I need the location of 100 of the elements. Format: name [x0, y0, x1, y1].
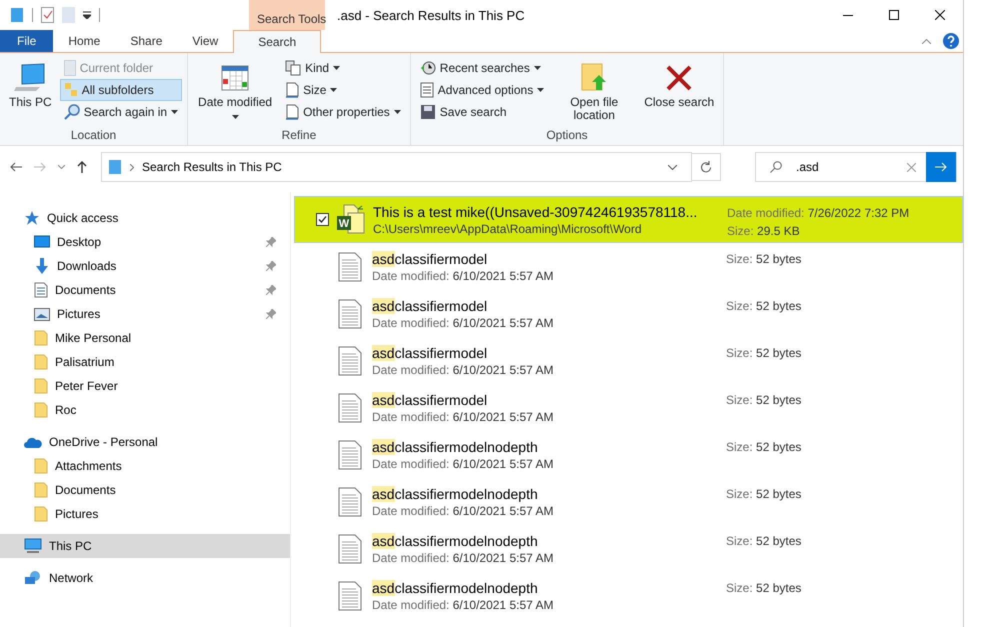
file-name: asdclassifiermodelnodepth	[372, 580, 539, 596]
cloud-icon	[24, 436, 42, 448]
ribbon-tab[interactable]: Share	[115, 30, 178, 52]
nav-item[interactable]: Roc	[0, 398, 290, 422]
search-result-row[interactable]: asdclassifiermodelnodepth Date modified: 6/10/2021 5:57 AM Size: 52 bytes	[294, 431, 963, 478]
file-name: asdclassifiermodel	[372, 392, 488, 408]
file-name: asdclassifiermodelnodepth	[372, 439, 539, 455]
file-detail: Size: 52 bytes	[726, 581, 802, 595]
clear-icon[interactable]	[907, 162, 916, 172]
text-file-icon	[338, 487, 362, 517]
nav-item[interactable]: Peter Fever	[0, 374, 290, 398]
search-result-row[interactable]: asdclassifiermodelnodepth Date modified: 6/10/2021 5:57 AM Size: 52 bytes	[294, 478, 963, 525]
ribbon-button[interactable]: Size	[281, 79, 405, 101]
file-detail: Date modified: 6/10/2021 5:57 AM	[372, 551, 554, 565]
text-file-icon	[338, 346, 362, 376]
file-detail: Date modified: 6/10/2021 5:57 AM	[372, 316, 554, 330]
file-name: asdclassifiermodel	[372, 345, 488, 361]
search-box[interactable]: .asd	[755, 152, 957, 182]
checklist-icon[interactable]	[41, 7, 54, 23]
search-go-button[interactable]	[926, 152, 956, 182]
up-arrow-icon[interactable]	[77, 161, 87, 173]
chevron-down-icon[interactable]	[58, 165, 65, 169]
close-icon	[935, 10, 945, 20]
nav-item[interactable]: Attachments	[0, 454, 290, 478]
text-file-icon	[338, 393, 362, 423]
help-icon[interactable]	[943, 33, 959, 49]
down-arrow-icon	[34, 258, 50, 274]
search-result-row[interactable]: asdclassifiermodel Date modified: 6/10/2021 5:57 AM Size: 52 bytes	[294, 290, 963, 337]
nav-item[interactable]: Mike Personal	[0, 326, 290, 350]
address-bar[interactable]: Search Results in This PC	[101, 152, 692, 182]
text-file-icon	[338, 581, 362, 611]
dropdown-icon[interactable]	[83, 11, 91, 19]
file-name: This is a test mike((Unsaved-30974246193578118...	[373, 204, 698, 220]
nav-item[interactable]: Pictures	[0, 502, 290, 526]
file-detail: Size: 52 bytes	[726, 252, 802, 266]
search-result-row[interactable]: asdclassifiermodel Date modified: 6/10/2021 5:57 AM Size: 52 bytes	[294, 384, 963, 431]
search-result-row[interactable]: asdclassifiermodel Date modified: 6/10/2021 5:57 AM Size: 52 bytes	[294, 337, 963, 384]
ribbon-tab[interactable]: View	[177, 30, 234, 52]
nav-item[interactable]: Documents	[0, 278, 290, 302]
nav-item[interactable]: Palisatrium	[0, 350, 290, 374]
refresh-button[interactable]	[691, 153, 721, 181]
file-detail: Size: 29.5 KB	[727, 224, 801, 238]
search-result-row[interactable]: W This is a test mike((Unsaved-30974246193578118... C:\Users\mreev\AppData\Roaming\Microsoft\Word Date modified: 7/26/2022 7:32 PM Size: 29.5 KB	[294, 196, 963, 243]
nav-item[interactable]: This PC	[0, 534, 290, 558]
nav-item[interactable]: Network	[0, 566, 290, 590]
chevron-up-icon[interactable]	[922, 38, 931, 44]
context-tab-label: Search Tools	[249, 0, 325, 30]
ribbon-button[interactable]: Save search	[416, 101, 548, 123]
file-detail: Size: 52 bytes	[726, 346, 802, 360]
search-result-row[interactable]: asdclassifiermodelnodepth Date modified: 6/10/2021 5:57 AM Size: 52 bytes	[294, 572, 963, 619]
ribbon-button[interactable]: All subfolders	[60, 79, 182, 101]
search-result-row[interactable]: asdclassifiermodel Date modified: 6/10/2021 5:57 AM Size: 52 bytes	[294, 243, 963, 290]
ribbon-button[interactable]: Search again in	[60, 101, 182, 123]
file-detail: Size: 52 bytes	[726, 487, 802, 501]
nav-item[interactable]: OneDrive - Personal	[0, 430, 290, 454]
close-search-icon	[666, 65, 692, 91]
ribbon-button[interactable]: Recent searches	[416, 57, 548, 79]
calendar-icon	[221, 65, 250, 91]
file-detail: Size: 52 bytes	[726, 299, 802, 313]
maximize-icon	[889, 10, 899, 20]
star-icon	[24, 210, 40, 226]
ribbon-button[interactable]: Close search	[640, 57, 718, 128]
minimize-icon	[843, 14, 853, 16]
checkbox[interactable]	[316, 213, 328, 226]
back-arrow-icon[interactable]	[10, 162, 22, 172]
ribbon-tab[interactable]: Home	[53, 30, 116, 52]
nav-item[interactable]: Quick access	[0, 206, 290, 230]
ribbon-button[interactable]: Advanced options	[416, 79, 548, 101]
folders-icon	[64, 82, 78, 98]
ribbon-group-label: Options	[545, 128, 589, 144]
address-path: Search Results in This PC	[142, 160, 283, 174]
nav-item[interactable]: Downloads	[0, 254, 290, 278]
search-icon	[770, 161, 782, 173]
file-path: C:\Users\mreev\AppData\Roaming\Microsoft\Word	[373, 222, 643, 236]
refresh-icon	[700, 161, 712, 173]
ribbon-button[interactable]: Kind	[281, 57, 405, 79]
document-icon	[285, 82, 300, 98]
file-detail: Date modified: 6/10/2021 5:57 AM	[372, 269, 554, 283]
nav-item[interactable]: Desktop	[0, 230, 290, 254]
file-detail: Date modified: 6/10/2021 5:57 AM	[372, 363, 554, 377]
file-menu-tab[interactable]: File	[0, 30, 54, 52]
ribbon-button[interactable]: Date modified	[193, 57, 278, 128]
picture-icon	[34, 308, 50, 320]
document-icon	[285, 104, 300, 120]
file-name: asdclassifiermodel	[372, 298, 488, 314]
ribbon-tab[interactable]: Search	[233, 30, 322, 53]
folder-arrow-icon	[580, 63, 608, 93]
search-result-row[interactable]: asdclassifiermodelnodepth Date modified: 6/10/2021 5:57 AM Size: 52 bytes	[294, 525, 963, 572]
file-detail: Size: 52 bytes	[726, 534, 802, 548]
ribbon-button[interactable]: Open file location	[552, 57, 636, 128]
ribbon-button[interactable]: Other properties	[281, 101, 405, 123]
computer-icon	[24, 538, 42, 554]
ribbon-button[interactable]: This PC	[5, 57, 56, 128]
right-arrow-icon	[935, 162, 947, 172]
nav-item[interactable]: Pictures	[0, 302, 290, 326]
nav-item[interactable]: Documents	[0, 478, 290, 502]
chevron-down-icon[interactable]	[668, 164, 677, 170]
file-detail: Size: 52 bytes	[726, 440, 802, 454]
file-name: asdclassifiermodelnodepth	[372, 486, 539, 502]
text-file-icon	[338, 440, 362, 470]
